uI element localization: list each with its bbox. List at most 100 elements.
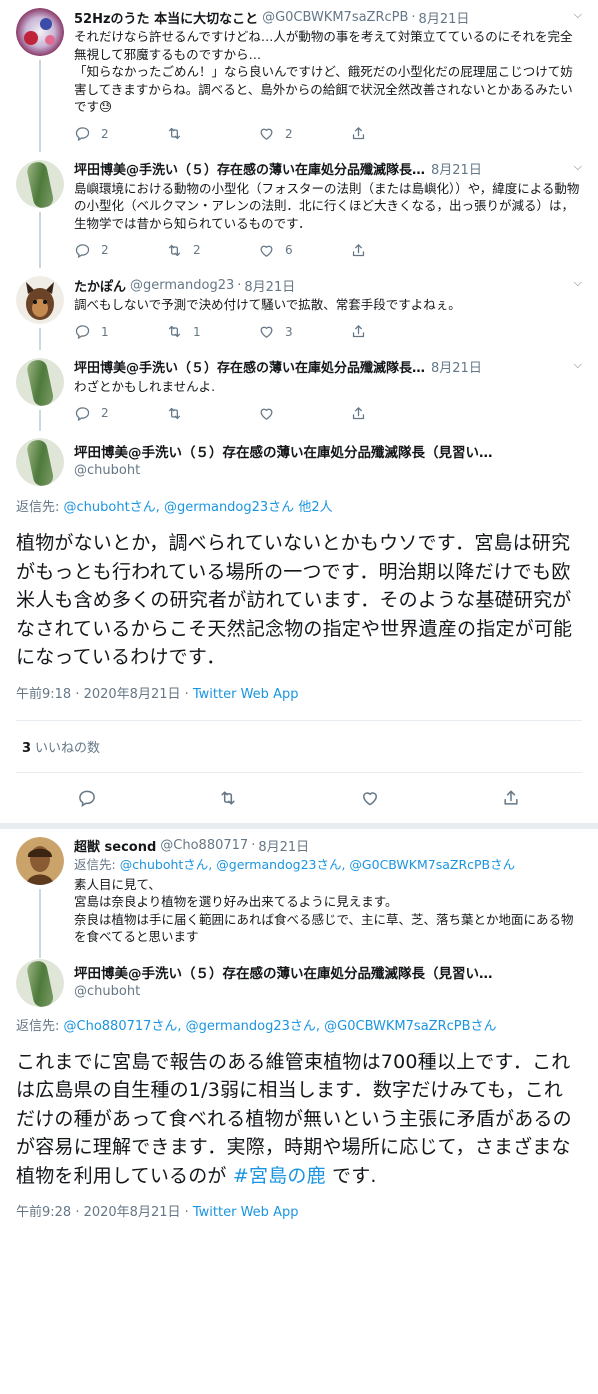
like-count: 2 bbox=[285, 126, 293, 141]
author-name[interactable]: 坪田博美@手洗い（５）存在感の薄い在庫処分品殲滅隊長… bbox=[74, 358, 425, 376]
reply-button[interactable]: 2 bbox=[74, 125, 166, 142]
avatar[interactable] bbox=[16, 8, 64, 56]
tweet-item[interactable]: 超獣 second @Cho880717 · 8月21日 返信先: @chubo… bbox=[0, 829, 598, 958]
share-button[interactable] bbox=[350, 242, 442, 259]
share-icon bbox=[350, 125, 367, 142]
tweet-meta: 午前9:18 · 2020年8月21日 · Twitter Web App bbox=[16, 686, 582, 704]
reply-button[interactable]: 1 bbox=[74, 323, 166, 340]
tweet-timestamp[interactable]: 午前9:28 · 2020年8月21日 · bbox=[16, 1205, 193, 1220]
retweet-count: 2 bbox=[193, 243, 201, 257]
author-handle[interactable]: @chuboht bbox=[74, 983, 493, 1001]
avatar[interactable] bbox=[16, 958, 64, 1007]
separator-dot: · bbox=[251, 838, 256, 853]
tweet-text: 素人目に見て、 宮島は奈良より植物を選り好み出来てるように見えます。 奈良は植物… bbox=[74, 876, 574, 945]
tweet-item[interactable]: 52Hzのうた 本当に大切なこと @G0CBWKM7saZRcPB · 8月21… bbox=[0, 0, 598, 152]
replying-to: 返信先: @Cho880717さん, @germandog23さん, @G0CB… bbox=[16, 1018, 582, 1036]
tweet-text: 植物がないとか，調べられていないとかもウソです．宮島は研究がもっとも行われている… bbox=[16, 532, 573, 668]
tweet-actions: 2 2 6 bbox=[74, 232, 582, 268]
like-button[interactable]: 6 bbox=[258, 242, 350, 259]
reply-count: 1 bbox=[101, 324, 109, 339]
replying-to-more-link[interactable]: 他2人 bbox=[294, 500, 332, 515]
chevron-down-icon[interactable]: ⌵ bbox=[574, 358, 582, 372]
likes-count: 3 bbox=[22, 740, 32, 756]
tweet-timestamp[interactable]: 午前9:18 · 2020年8月21日 · bbox=[16, 687, 193, 702]
like-button[interactable]: 2 bbox=[258, 125, 350, 142]
retweet-button[interactable]: 2 bbox=[166, 242, 258, 259]
retweet-button[interactable] bbox=[166, 405, 258, 422]
tweet-actions: 1 1 3 bbox=[74, 314, 582, 350]
reply-icon bbox=[74, 323, 91, 340]
tweet-text: それだけなら許せるんですけどね…人が動物の事を考えて対策立てているのにそれを完全… bbox=[74, 29, 573, 114]
avatar[interactable] bbox=[16, 276, 64, 324]
reply-button[interactable]: 2 bbox=[74, 242, 166, 259]
chevron-down-icon[interactable]: ⌵ bbox=[574, 160, 582, 174]
like-icon bbox=[258, 242, 275, 259]
thread-line bbox=[39, 409, 41, 431]
thread-line bbox=[39, 211, 41, 268]
avatar[interactable] bbox=[16, 836, 64, 885]
thread-line bbox=[39, 888, 41, 958]
tweet-date[interactable]: 8月21日 bbox=[258, 837, 309, 855]
tweet-item[interactable]: たかぽん @germandog23 · 8月21日 調べもしないで予測で決め付け… bbox=[0, 268, 598, 350]
tweet-item[interactable]: 坪田博美@手洗い（５）存在感の薄い在庫処分品殲滅隊長… 8月21日 島嶼環境にお… bbox=[0, 152, 598, 268]
tweet-actions: 2 bbox=[74, 395, 582, 431]
hashtag-link[interactable]: #宮島の鹿 bbox=[233, 1165, 326, 1187]
replying-to-link[interactable]: @chubohtさん, @germandog23さん bbox=[64, 500, 295, 515]
tweet-date[interactable]: 8月21日 bbox=[431, 160, 482, 178]
like-icon[interactable] bbox=[360, 788, 380, 808]
source-link[interactable]: Twitter Web App bbox=[193, 687, 299, 702]
share-button[interactable] bbox=[350, 405, 442, 422]
author-handle[interactable]: @Cho880717 bbox=[160, 838, 248, 853]
like-icon bbox=[258, 405, 275, 422]
avatar[interactable] bbox=[16, 159, 64, 208]
share-icon[interactable] bbox=[501, 788, 521, 808]
like-button[interactable] bbox=[258, 405, 350, 422]
likes-summary[interactable]: 3 いいねの数 bbox=[16, 721, 582, 772]
author-name[interactable]: 坪田博美@手洗い（５）存在感の薄い在庫処分品殲滅隊長（見習い… bbox=[74, 444, 493, 462]
like-button[interactable]: 3 bbox=[258, 323, 350, 340]
retweet-button[interactable]: 1 bbox=[166, 323, 258, 340]
share-button[interactable] bbox=[350, 125, 442, 142]
avatar[interactable] bbox=[16, 357, 64, 406]
replying-to-link[interactable]: @chubohtさん, @germandog23さん, @G0CBWKM7saZ… bbox=[120, 857, 515, 872]
reply-icon bbox=[74, 242, 91, 259]
avatar[interactable] bbox=[16, 438, 64, 486]
tweet-text: わざとかもしれませんよ. bbox=[74, 378, 216, 394]
like-count: 3 bbox=[285, 324, 293, 339]
author-name[interactable]: たかぽん bbox=[74, 276, 126, 295]
author-handle[interactable]: @germandog23 bbox=[130, 278, 234, 293]
share-icon bbox=[350, 242, 367, 259]
reply-button[interactable]: 2 bbox=[74, 405, 166, 422]
share-icon bbox=[350, 405, 367, 422]
author-name[interactable]: 52Hzのうた 本当に大切なこと bbox=[74, 8, 258, 27]
source-link[interactable]: Twitter Web App bbox=[193, 1205, 299, 1220]
retweet-icon bbox=[166, 242, 183, 259]
like-icon bbox=[258, 323, 275, 340]
retweet-button[interactable] bbox=[166, 125, 258, 142]
retweet-icon[interactable] bbox=[218, 788, 238, 808]
replying-to-label: 返信先: bbox=[74, 856, 120, 872]
chevron-down-icon[interactable]: ⌵ bbox=[574, 8, 582, 22]
author-handle[interactable]: @G0CBWKM7saZRcPB bbox=[262, 10, 408, 25]
chevron-down-icon[interactable]: ⌵ bbox=[574, 276, 582, 290]
reply-count: 2 bbox=[101, 243, 109, 257]
tweet-date[interactable]: 8月21日 bbox=[431, 358, 482, 376]
retweet-count: 1 bbox=[193, 324, 201, 339]
retweet-icon bbox=[166, 125, 183, 142]
thread-line bbox=[39, 328, 41, 350]
author-handle[interactable]: @chuboht bbox=[74, 462, 493, 480]
tweet-item[interactable]: 坪田博美@手洗い（５）存在感の薄い在庫処分品殲滅隊長… 8月21日 わざとかもし… bbox=[0, 350, 598, 431]
author-name[interactable]: 超獣 second bbox=[74, 837, 156, 855]
tweet-actions: 2 2 bbox=[74, 116, 582, 152]
like-icon bbox=[258, 125, 275, 142]
share-button[interactable] bbox=[350, 323, 442, 340]
author-name[interactable]: 坪田博美@手洗い（５）存在感の薄い在庫処分品殲滅隊長（見習い… bbox=[74, 965, 493, 983]
reply-icon[interactable] bbox=[77, 788, 97, 808]
like-count: 6 bbox=[285, 243, 293, 257]
reply-icon bbox=[74, 405, 91, 422]
tweet-date[interactable]: 8月21日 bbox=[419, 8, 470, 27]
retweet-icon bbox=[166, 323, 183, 340]
replying-to-link[interactable]: @Cho880717さん, @germandog23さん, @G0CBWKM7s… bbox=[64, 1019, 497, 1034]
author-name[interactable]: 坪田博美@手洗い（５）存在感の薄い在庫処分品殲滅隊長… bbox=[74, 160, 425, 178]
tweet-date[interactable]: 8月21日 bbox=[244, 276, 295, 295]
